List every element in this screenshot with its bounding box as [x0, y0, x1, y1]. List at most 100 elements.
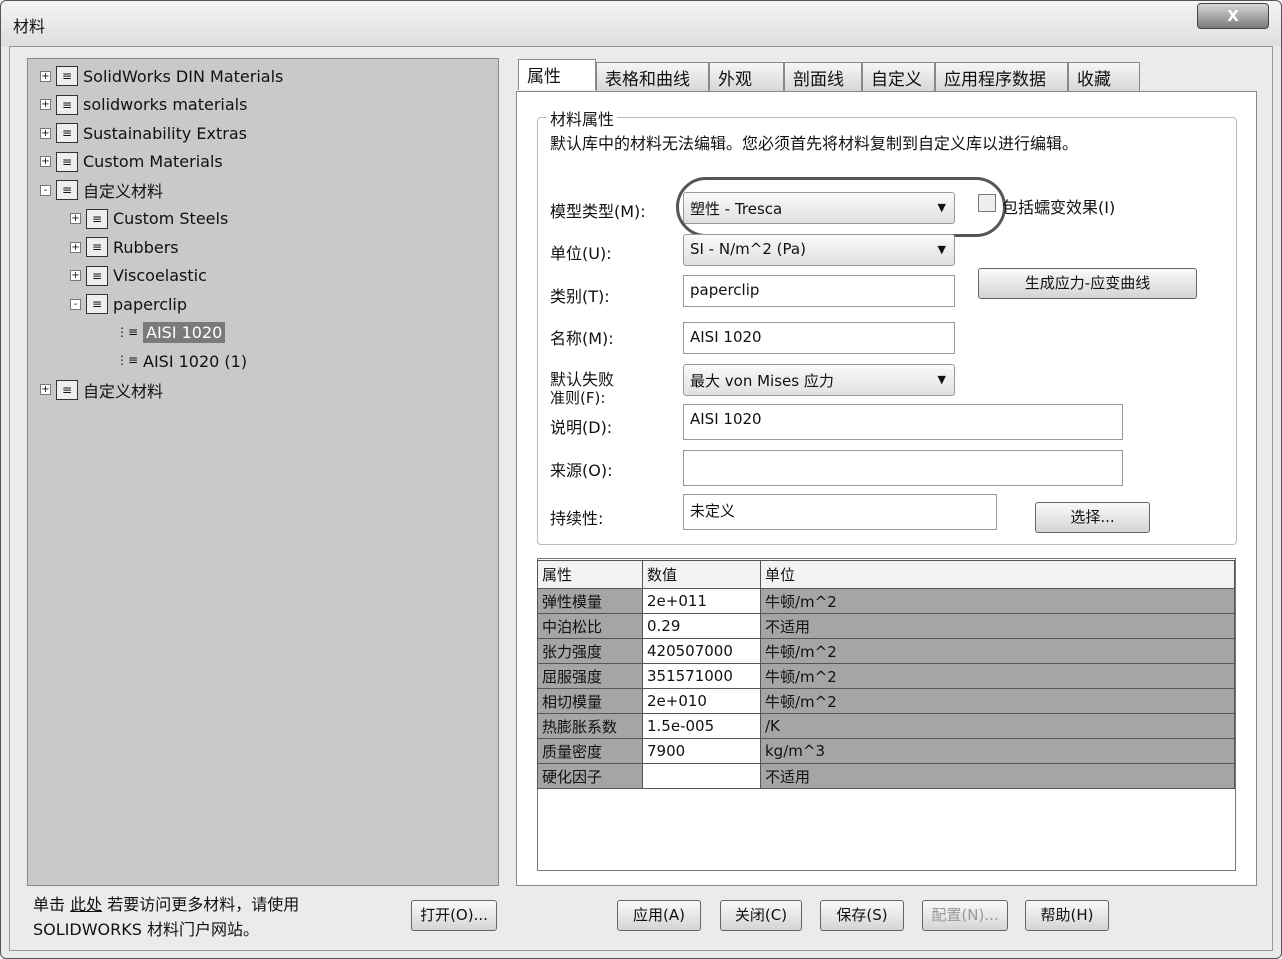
close-button[interactable]: 关闭(C)	[720, 900, 802, 931]
tree-node[interactable]: + ≡ Custom Materials	[40, 149, 223, 175]
stress-strain-curve-button[interactable]: 生成应力-应变曲线	[978, 268, 1197, 299]
failure-criterion-select[interactable]: 最大 von Mises 应力 ▼	[683, 364, 955, 396]
tree-node[interactable]: + ≡ solidworks materials	[40, 92, 247, 118]
library-icon: ≡	[56, 151, 78, 172]
select-button[interactable]: 选择...	[1035, 502, 1150, 533]
library-icon: ≡	[56, 94, 78, 115]
close-window-button[interactable]: X	[1197, 3, 1269, 29]
table-row[interactable]: 硬化因子 不适用	[537, 763, 1235, 789]
expand-icon[interactable]: +	[40, 99, 51, 110]
portal-link[interactable]: 此处	[70, 895, 102, 914]
library-icon: ≡	[56, 379, 78, 400]
tree-node-label: Viscoelastic	[113, 266, 207, 285]
open-button[interactable]: 打开(O)...	[411, 900, 497, 931]
tab-6[interactable]: 收藏	[1068, 62, 1140, 92]
column-header-unit[interactable]: 单位	[760, 560, 1235, 589]
source-field[interactable]	[683, 450, 1123, 486]
tab-4[interactable]: 自定义	[862, 62, 935, 92]
table-row[interactable]: 质量密度 7900 kg/m^3	[537, 738, 1235, 764]
material-tree[interactable]: + ≡ SolidWorks DIN Materials + ≡ solidworks m…	[27, 58, 499, 886]
tree-node-label: Rubbers	[113, 237, 179, 257]
table-row[interactable]: 弹性模量 2e+011 牛顿/m^2	[537, 588, 1235, 614]
library-icon: ≡	[86, 265, 108, 286]
table-row[interactable]: 热膨胀系数 1.5e-005/K	[537, 713, 1235, 739]
expand-icon[interactable]: +	[40, 384, 51, 395]
tree-node[interactable]: + ≡ Viscoelastic	[70, 263, 207, 289]
tree-node-label: 自定义材料	[83, 182, 164, 201]
unit-cell: 不适用	[760, 763, 1235, 789]
table-row[interactable]: 相切模量 2e+010 牛顿/m^2	[537, 688, 1235, 714]
tree-node-label: AISI 1020	[143, 322, 226, 343]
title-bar: 材料 X	[1, 1, 1281, 46]
tab-2[interactable]: 外观	[709, 62, 784, 92]
properties-table: 属性 数值 单位 弹性模量 2e+011 牛顿/m^2 中泊松比 0.29 不适用 张力强度…	[537, 560, 1235, 789]
material-icon: ⋮≡	[116, 353, 139, 367]
library-icon: ≡	[56, 66, 78, 86]
tree-node[interactable]: + ≡ Rubbers	[70, 234, 179, 260]
tab-3[interactable]: 剖面线	[784, 62, 862, 92]
tree-node[interactable]: ⋮≡ AISI 1020	[100, 320, 226, 346]
value-cell[interactable]: 351571000	[642, 663, 761, 689]
name-field[interactable]: AISI 1020	[683, 322, 955, 354]
tree-node[interactable]: + ≡ SolidWorks DIN Materials	[40, 63, 283, 89]
units-select[interactable]: SI - N/m^2 (Pa) ▼	[683, 234, 955, 266]
column-header-property[interactable]: 属性	[537, 560, 643, 589]
expand-icon[interactable]: +	[70, 270, 81, 281]
expand-icon[interactable]: +	[70, 241, 81, 253]
value-cell[interactable]: 0.29	[642, 613, 761, 639]
library-icon: ≡	[56, 180, 78, 200]
collapse-icon[interactable]: -	[40, 184, 51, 196]
category-field[interactable]: paperclip	[683, 275, 955, 307]
unit-cell: 不适用	[760, 613, 1235, 639]
hint-text: 若要访问更多材料，请使用	[102, 895, 300, 914]
collapse-icon[interactable]: -	[70, 298, 81, 310]
hint-text: 单击	[33, 895, 71, 914]
failure-value: 最大 von Mises 应力	[690, 372, 834, 390]
category-label: 类别(T):	[550, 287, 610, 306]
value-cell[interactable]: 2e+011	[642, 588, 761, 614]
tree-node-label: paperclip	[113, 294, 188, 314]
tree-node[interactable]: + ≡ 自定义材料	[40, 377, 163, 403]
library-icon: ≡	[56, 123, 78, 143]
highlight-oval	[676, 177, 1006, 237]
table-row[interactable]: 张力强度 420507000 牛顿/m^2	[537, 638, 1235, 664]
hint-text: SOLIDWORKS 材料门户网站。	[33, 920, 259, 939]
apply-button[interactable]: 应用(A)	[617, 900, 701, 931]
expand-icon[interactable]: +	[40, 156, 51, 167]
tab-0[interactable]: 属性	[518, 59, 596, 90]
library-icon: ≡	[86, 237, 108, 257]
dropdown-arrow-icon: ▼	[937, 243, 946, 256]
tree-node[interactable]: + ≡ Sustainability Extras	[40, 120, 247, 146]
notice-text: 默认库中的材料无法编辑。您必须首先将材料复制到自定义库以进行编辑。	[550, 134, 1079, 153]
property-cell: 硬化因子	[537, 763, 643, 789]
group-title: 材料属性	[547, 106, 618, 130]
tree-node[interactable]: + ≡ Custom Steels	[70, 206, 228, 232]
table-row[interactable]: 中泊松比 0.29 不适用	[537, 613, 1235, 639]
column-header-value[interactable]: 数值	[642, 560, 761, 589]
expand-icon[interactable]: +	[40, 127, 51, 139]
property-cell: 相切模量	[537, 688, 643, 714]
expand-icon[interactable]: +	[40, 70, 51, 82]
save-button[interactable]: 保存(S)	[820, 900, 904, 931]
tab-5[interactable]: 应用程序数据	[935, 62, 1068, 92]
tab-1[interactable]: 表格和曲线	[596, 62, 709, 92]
tree-node[interactable]: ⋮≡ AISI 1020 (1)	[100, 348, 247, 374]
expand-icon[interactable]: +	[70, 213, 81, 224]
unit-cell: 牛顿/m^2	[760, 663, 1235, 689]
unit-cell: 牛顿/m^2	[760, 688, 1235, 714]
value-cell[interactable]	[642, 763, 761, 789]
sustainability-label: 持续性:	[550, 509, 604, 528]
table-row[interactable]: 屈服强度 351571000 牛顿/m^2	[537, 663, 1235, 689]
tree-node[interactable]: - ≡ paperclip	[70, 291, 187, 317]
help-button[interactable]: 帮助(H)	[1025, 900, 1109, 931]
tree-node-label: Custom Steels	[113, 209, 229, 228]
creep-label: 包括蠕变效果(I)	[1002, 198, 1116, 217]
value-cell[interactable]: 420507000	[642, 638, 761, 664]
value-cell[interactable]: 2e+010	[642, 688, 761, 714]
value-cell[interactable]: 1.5e-005	[642, 713, 761, 739]
value-cell[interactable]: 7900	[642, 738, 761, 764]
creep-checkbox[interactable]	[978, 194, 996, 212]
library-icon: ≡	[86, 208, 108, 229]
description-field[interactable]: AISI 1020	[683, 404, 1123, 440]
tree-node[interactable]: - ≡ 自定义材料	[40, 177, 163, 203]
